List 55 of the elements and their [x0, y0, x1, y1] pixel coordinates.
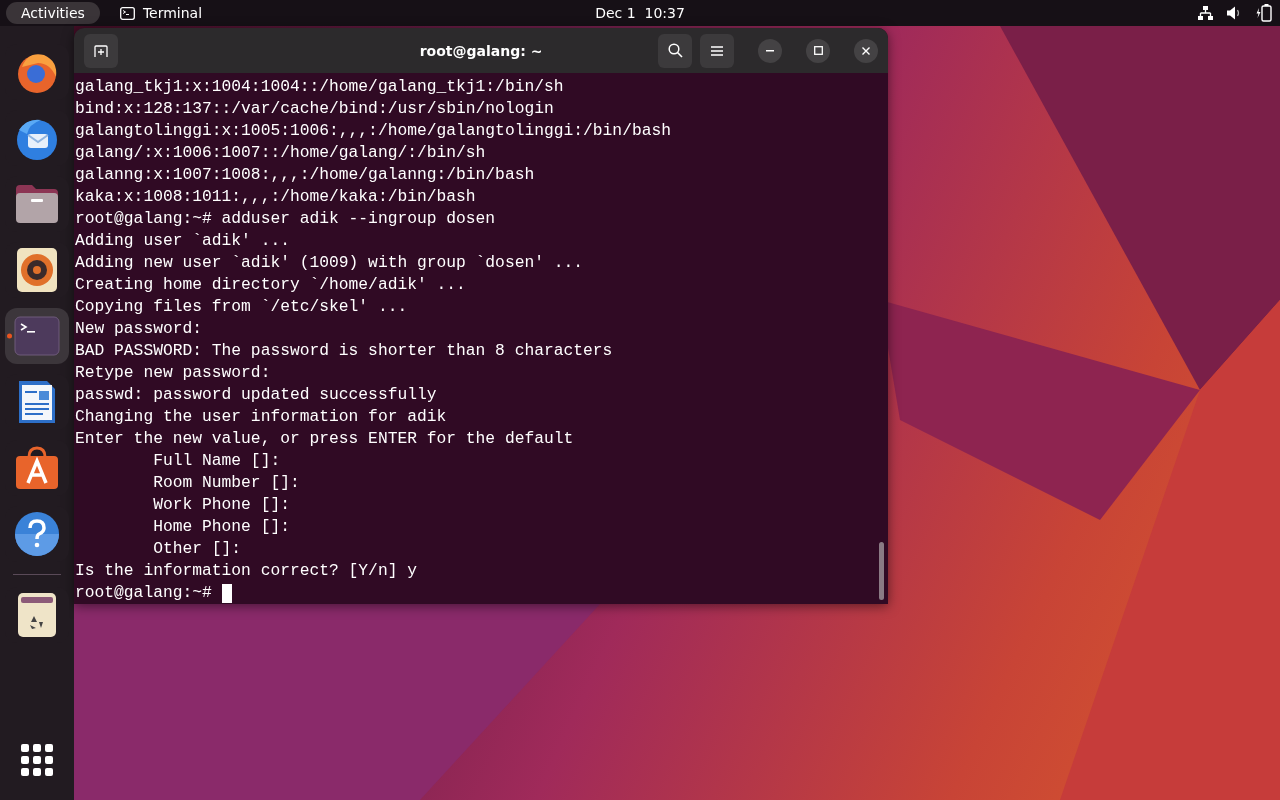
terminal-line: Changing the user information for adik: [75, 406, 448, 428]
terminal-line: Other []:: [152, 538, 243, 560]
terminal-line: Copying files from `/etc/skel' ...: [75, 296, 409, 318]
running-indicator: [7, 333, 12, 339]
scrollbar[interactable]: [879, 542, 884, 600]
terminal-line: BAD PASSWORD: The password is shorter than 8 characters: [75, 340, 614, 362]
battery-icon[interactable]: [1256, 4, 1272, 22]
app-name[interactable]: Terminal: [142, 5, 203, 21]
minimize-icon: [766, 49, 774, 52]
terminal-line: passwd: password updated successfully: [75, 384, 438, 406]
text-cursor: [221, 583, 232, 603]
terminal-line: Adding new user `adik' (1009) with group `dosen' ...: [75, 252, 585, 274]
maximize-icon: [813, 46, 823, 55]
terminal-line: galang/:x:1006:1007::/home/galang/:/bin/sh: [75, 142, 487, 164]
terminal-line: Room Number []:: [152, 472, 301, 494]
terminal-line: Home Phone []:: [152, 516, 291, 538]
maximize-button[interactable]: [806, 38, 830, 63]
terminal-line: New password:: [75, 318, 203, 340]
shell-prompt: root@galang:~#: [75, 582, 213, 604]
shopping-bag-icon[interactable]: [14, 445, 60, 491]
menu-button[interactable]: [700, 33, 734, 68]
terminal-icon[interactable]: [14, 316, 60, 356]
new-tab-icon: [94, 44, 108, 57]
terminal-line: galang_tkj1:x:1004:1004::/home/galang_tkj1:/bin/sh: [75, 76, 565, 98]
terminal-line: Retype new password:: [75, 362, 272, 384]
terminal-line: bind:x:128:137::/var/cache/bind:/usr/sbin/nologin: [75, 98, 555, 120]
activities-button[interactable]: Activities: [6, 2, 100, 24]
menu-icon: [711, 45, 723, 56]
terminal-line: galangtolinggi:x:1005:1006:,,,:/home/galangtolinggi:/bin/bash: [75, 120, 672, 142]
terminal-line: Adding user `adik' ...: [75, 230, 291, 252]
terminal-line: Enter the new value, or press ENTER for the default: [75, 428, 575, 450]
search-icon: [667, 43, 683, 58]
terminal-line: Full Name []:: [152, 450, 282, 472]
close-button[interactable]: [854, 38, 878, 63]
terminal-line: Creating home directory `/home/adik' ...: [75, 274, 467, 296]
folder-icon[interactable]: [14, 183, 60, 225]
document-icon[interactable]: [17, 379, 57, 425]
volume-icon[interactable]: [1227, 6, 1242, 20]
trash-icon[interactable]: [17, 592, 57, 638]
terminal-line: kaka:x:1008:1011:,,,:/home/kaka:/bin/bash: [75, 186, 477, 208]
new-tab-button[interactable]: [84, 33, 118, 68]
minimize-button[interactable]: [758, 38, 782, 63]
search-button[interactable]: [658, 33, 692, 68]
close-icon: [862, 46, 870, 55]
terminal-line: galanng:x:1007:1008:,,,:/home/galanng:/bin/bash: [75, 164, 536, 186]
help-icon[interactable]: [14, 511, 60, 557]
speaker-icon[interactable]: [16, 247, 58, 293]
network-icon[interactable]: [1198, 6, 1213, 20]
terminal-icon: [119, 6, 135, 20]
clock[interactable]: Dec 1 10:37: [595, 5, 685, 21]
app-grid-icon[interactable]: [21, 744, 53, 776]
window-title: root@galang: ~: [419, 42, 543, 59]
terminal-line: Is the information correct? [Y/n] y: [75, 560, 418, 582]
terminal-line: root@galang:~# adduser adik --ingroup dosen: [75, 208, 497, 230]
terminal-line: Work Phone []:: [152, 494, 291, 516]
